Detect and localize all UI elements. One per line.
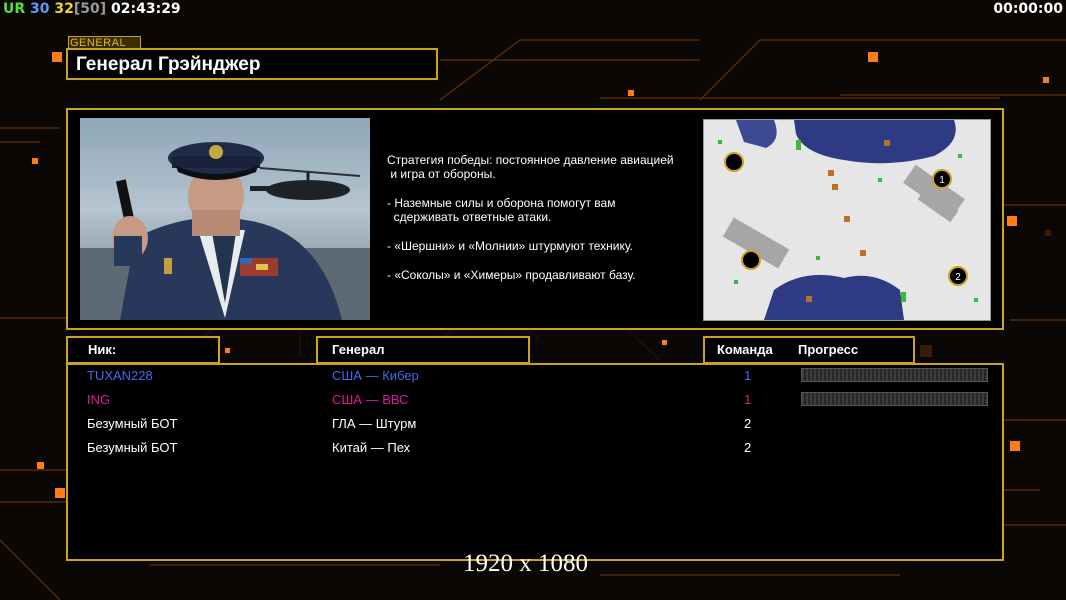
clock: 02:43:29 bbox=[111, 1, 181, 17]
strategy-briefing: Стратегия победы: постоянное давление ав… bbox=[387, 153, 707, 297]
column-header-team-label: Команда bbox=[717, 342, 773, 357]
briefing-line: - «Шершни» и «Молнии» штурмуют технику. bbox=[387, 239, 633, 253]
player-general: ГЛА — Штурм bbox=[332, 416, 417, 431]
briefing-line: - «Соколы» и «Химеры» продавливают базу. bbox=[387, 268, 636, 282]
column-header-team-progress: Команда Прогресс bbox=[703, 336, 915, 364]
start-position-1: 1 bbox=[932, 169, 952, 189]
fps-limit: [50] bbox=[73, 1, 107, 17]
player-general: США — ВВС bbox=[332, 392, 409, 407]
player-nick: ING bbox=[87, 392, 111, 407]
briefing-line: Стратегия победы: постоянное давление ав… bbox=[387, 153, 674, 181]
general-title: Генерал Грэйнджер bbox=[76, 54, 261, 75]
start-position bbox=[724, 152, 744, 172]
player-row: Безумный БОТ ГЛА — Штурм 2 bbox=[68, 413, 1002, 435]
map-terrain: 1 2 bbox=[704, 120, 990, 320]
player-team: 2 bbox=[744, 440, 752, 455]
column-header-progress-label: Прогресс bbox=[798, 342, 859, 357]
fps-value: 30 bbox=[30, 1, 50, 17]
player-row: Безумный БОТ Китай — Пех 2 bbox=[68, 437, 1002, 459]
column-header-nick-label: Ник: bbox=[88, 342, 117, 357]
progress-bar bbox=[801, 368, 988, 382]
column-header-general-label: Генерал bbox=[332, 342, 385, 357]
start-position-2: 2 bbox=[948, 266, 968, 286]
player-team: 2 bbox=[744, 416, 752, 431]
game-timer: 00:00:00 bbox=[993, 1, 1063, 17]
player-row: TUXAN228 США — Кибер 1 bbox=[68, 365, 1002, 387]
general-title-box: Генерал Грэйнджер bbox=[66, 48, 438, 80]
player-row: ING США — ВВС 1 bbox=[68, 389, 1002, 411]
briefing-line: - Наземные силы и оборона помогут вам сд… bbox=[387, 196, 616, 224]
stats-readout: UR 30 32[50] 02:43:29 bbox=[3, 1, 181, 17]
player-nick: TUXAN228 bbox=[87, 368, 153, 383]
progress-bar bbox=[801, 392, 988, 406]
status-bar: UR 30 32[50] 02:43:29 00:00:00 bbox=[0, 0, 1066, 20]
helicopter-silhouette bbox=[250, 167, 361, 200]
start-position bbox=[741, 250, 761, 270]
player-team: 1 bbox=[744, 368, 752, 383]
player-roster: TUXAN228 США — Кибер 1 ING США — ВВС 1 Б… bbox=[66, 363, 1004, 561]
player-general: США — Кибер bbox=[332, 368, 419, 383]
minimap-preview: 1 2 bbox=[703, 119, 991, 321]
ur-label: UR bbox=[3, 1, 26, 17]
column-header-nick: Ник: bbox=[66, 336, 220, 364]
resolution-watermark: 1920 x 1080 bbox=[463, 550, 588, 577]
column-header-general: Генерал bbox=[316, 336, 530, 364]
general-portrait bbox=[80, 118, 370, 320]
player-nick: Безумный БОТ bbox=[87, 416, 178, 431]
fps-current: 32 bbox=[54, 1, 74, 17]
portrait-image bbox=[80, 142, 370, 320]
player-nick: Безумный БОТ bbox=[87, 440, 178, 455]
start-label-1: 1 bbox=[939, 175, 945, 186]
player-team: 1 bbox=[744, 392, 752, 407]
player-general: Китай — Пех bbox=[332, 440, 411, 455]
start-label-2: 2 bbox=[955, 272, 961, 283]
